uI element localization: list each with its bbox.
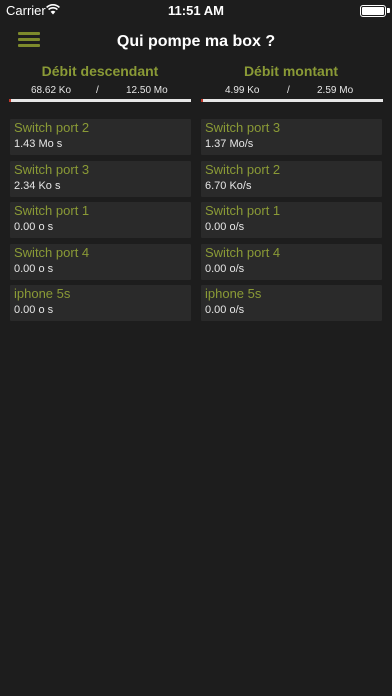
download-total: 12.50 Mo xyxy=(126,85,168,96)
download-list-item[interactable]: Switch port 2 1.43 Mo s xyxy=(10,119,191,155)
device-name: Switch port 2 xyxy=(205,162,281,177)
upload-separator: / xyxy=(287,85,290,96)
status-time: 11:51 AM xyxy=(168,3,224,18)
upload-list-item[interactable]: Switch port 4 0.00 o/s xyxy=(201,244,382,280)
device-rate: 6.70 Ko/s xyxy=(205,180,252,192)
download-used: 68.62 Ko xyxy=(31,85,72,96)
download-list-item[interactable]: Switch port 4 0.00 o s xyxy=(10,244,191,280)
battery-icon xyxy=(360,5,386,17)
download-separator: / xyxy=(96,85,99,96)
device-rate: 2.34 Ko s xyxy=(14,180,61,192)
device-name: Switch port 1 xyxy=(14,203,90,218)
device-name: iphone 5s xyxy=(14,286,71,301)
upload-list-item[interactable]: iphone 5s 0.00 o/s xyxy=(201,285,382,321)
upload-total: 2.59 Mo xyxy=(317,85,354,96)
download-list-item[interactable]: iphone 5s 0.00 o s xyxy=(10,285,191,321)
battery-tip xyxy=(387,8,390,13)
device-rate: 0.00 o/s xyxy=(205,221,245,233)
upload-total-row: 4.99 Ko / 2.59 Mo xyxy=(201,85,381,99)
device-name: Switch port 3 xyxy=(205,120,281,135)
device-rate: 1.43 Mo s xyxy=(14,138,63,150)
device-rate: 0.00 o s xyxy=(14,221,54,233)
device-name: Switch port 3 xyxy=(14,162,90,177)
upload-header: Débit montant xyxy=(243,63,339,79)
device-rate: 0.00 o s xyxy=(14,304,54,316)
device-name: Switch port 4 xyxy=(205,245,281,260)
device-rate: 1.37 Mo/s xyxy=(205,138,254,150)
device-name: Switch port 4 xyxy=(14,245,90,260)
download-progress-fill xyxy=(9,99,11,102)
device-name: iphone 5s xyxy=(205,286,262,301)
device-rate: 0.00 o/s xyxy=(205,304,245,316)
device-name: Switch port 2 xyxy=(14,120,90,135)
device-rate: 0.00 o/s xyxy=(205,263,245,275)
download-total-row: 68.62 Ko / 12.50 Mo xyxy=(10,85,190,99)
upload-list-item[interactable]: Switch port 3 1.37 Mo/s xyxy=(201,119,382,155)
upload-used: 4.99 Ko xyxy=(225,85,260,96)
upload-list-item[interactable]: Switch port 2 6.70 Ko/s xyxy=(201,161,382,197)
upload-progress-fill xyxy=(201,99,203,102)
page-title: Qui pompe ma box ? xyxy=(116,33,276,50)
download-header: Débit descendant xyxy=(41,63,159,79)
upload-list-item[interactable]: Switch port 1 0.00 o/s xyxy=(201,202,382,238)
download-progress-bar xyxy=(9,99,191,102)
device-name: Switch port 1 xyxy=(205,203,281,218)
download-list-item[interactable]: Switch port 1 0.00 o s xyxy=(10,202,191,238)
device-rate: 0.00 o s xyxy=(14,263,54,275)
download-list-item[interactable]: Switch port 3 2.34 Ko s xyxy=(10,161,191,197)
upload-progress-bar xyxy=(201,99,383,102)
status-bar: Carrier 11:51 AM xyxy=(0,0,392,22)
